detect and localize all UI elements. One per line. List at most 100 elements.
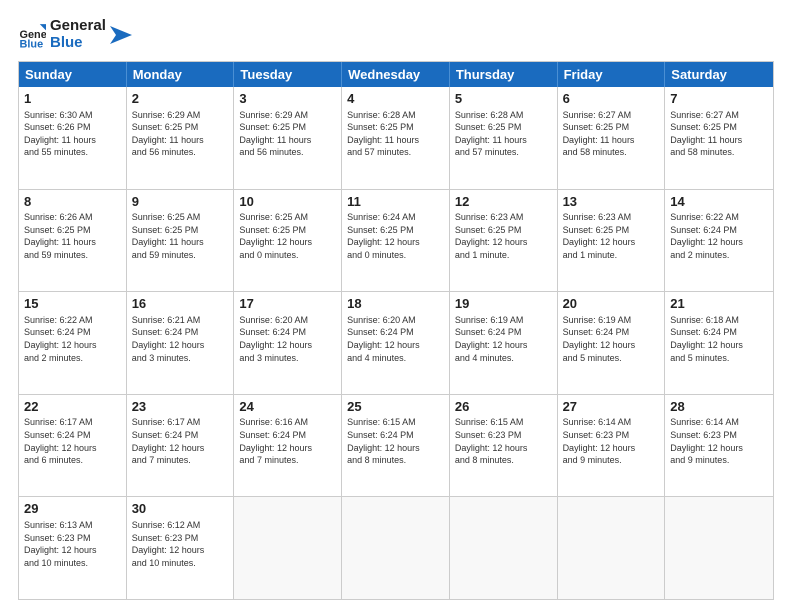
day-4: 4Sunrise: 6:28 AM Sunset: 6:25 PM Daylig… [342, 87, 450, 189]
day-number-17: 17 [239, 295, 336, 313]
day-19: 19Sunrise: 6:19 AM Sunset: 6:24 PM Dayli… [450, 292, 558, 394]
day-info-2: Sunrise: 6:29 AM Sunset: 6:25 PM Dayligh… [132, 109, 229, 159]
header-thursday: Thursday [450, 62, 558, 87]
day-info-18: Sunrise: 6:20 AM Sunset: 6:24 PM Dayligh… [347, 314, 444, 364]
header-wednesday: Wednesday [342, 62, 450, 87]
logo-general: General [50, 18, 106, 35]
day-7: 7Sunrise: 6:27 AM Sunset: 6:25 PM Daylig… [665, 87, 773, 189]
svg-text:Blue: Blue [20, 38, 44, 49]
day-number-3: 3 [239, 90, 336, 108]
day-info-20: Sunrise: 6:19 AM Sunset: 6:24 PM Dayligh… [563, 314, 660, 364]
day-number-29: 29 [24, 500, 121, 518]
day-info-9: Sunrise: 6:25 AM Sunset: 6:25 PM Dayligh… [132, 211, 229, 261]
day-info-12: Sunrise: 6:23 AM Sunset: 6:25 PM Dayligh… [455, 211, 552, 261]
day-number-23: 23 [132, 398, 229, 416]
week-row-3: 15Sunrise: 6:22 AM Sunset: 6:24 PM Dayli… [19, 291, 773, 394]
day-12: 12Sunrise: 6:23 AM Sunset: 6:25 PM Dayli… [450, 190, 558, 292]
day-1: 1Sunrise: 6:30 AM Sunset: 6:26 PM Daylig… [19, 87, 127, 189]
day-info-17: Sunrise: 6:20 AM Sunset: 6:24 PM Dayligh… [239, 314, 336, 364]
day-info-3: Sunrise: 6:29 AM Sunset: 6:25 PM Dayligh… [239, 109, 336, 159]
day-number-25: 25 [347, 398, 444, 416]
day-number-30: 30 [132, 500, 229, 518]
day-number-22: 22 [24, 398, 121, 416]
day-13: 13Sunrise: 6:23 AM Sunset: 6:25 PM Dayli… [558, 190, 666, 292]
day-info-28: Sunrise: 6:14 AM Sunset: 6:23 PM Dayligh… [670, 416, 768, 466]
day-number-4: 4 [347, 90, 444, 108]
day-17: 17Sunrise: 6:20 AM Sunset: 6:24 PM Dayli… [234, 292, 342, 394]
day-number-16: 16 [132, 295, 229, 313]
day-number-10: 10 [239, 193, 336, 211]
day-info-1: Sunrise: 6:30 AM Sunset: 6:26 PM Dayligh… [24, 109, 121, 159]
day-6: 6Sunrise: 6:27 AM Sunset: 6:25 PM Daylig… [558, 87, 666, 189]
day-number-7: 7 [670, 90, 768, 108]
day-24: 24Sunrise: 6:16 AM Sunset: 6:24 PM Dayli… [234, 395, 342, 497]
logo-icon: General Blue [18, 21, 46, 49]
header-tuesday: Tuesday [234, 62, 342, 87]
day-info-27: Sunrise: 6:14 AM Sunset: 6:23 PM Dayligh… [563, 416, 660, 466]
calendar-body: 1Sunrise: 6:30 AM Sunset: 6:26 PM Daylig… [19, 87, 773, 599]
empty-cell-4-3 [342, 497, 450, 599]
day-number-28: 28 [670, 398, 768, 416]
day-30: 30Sunrise: 6:12 AM Sunset: 6:23 PM Dayli… [127, 497, 235, 599]
day-info-7: Sunrise: 6:27 AM Sunset: 6:25 PM Dayligh… [670, 109, 768, 159]
day-info-8: Sunrise: 6:26 AM Sunset: 6:25 PM Dayligh… [24, 211, 121, 261]
day-11: 11Sunrise: 6:24 AM Sunset: 6:25 PM Dayli… [342, 190, 450, 292]
day-number-1: 1 [24, 90, 121, 108]
day-16: 16Sunrise: 6:21 AM Sunset: 6:24 PM Dayli… [127, 292, 235, 394]
day-8: 8Sunrise: 6:26 AM Sunset: 6:25 PM Daylig… [19, 190, 127, 292]
day-20: 20Sunrise: 6:19 AM Sunset: 6:24 PM Dayli… [558, 292, 666, 394]
day-number-9: 9 [132, 193, 229, 211]
day-number-12: 12 [455, 193, 552, 211]
day-info-22: Sunrise: 6:17 AM Sunset: 6:24 PM Dayligh… [24, 416, 121, 466]
day-number-21: 21 [670, 295, 768, 313]
day-number-5: 5 [455, 90, 552, 108]
day-22: 22Sunrise: 6:17 AM Sunset: 6:24 PM Dayli… [19, 395, 127, 497]
day-5: 5Sunrise: 6:28 AM Sunset: 6:25 PM Daylig… [450, 87, 558, 189]
day-number-24: 24 [239, 398, 336, 416]
header: General Blue General Blue [18, 18, 774, 51]
day-number-11: 11 [347, 193, 444, 211]
day-info-11: Sunrise: 6:24 AM Sunset: 6:25 PM Dayligh… [347, 211, 444, 261]
day-info-24: Sunrise: 6:16 AM Sunset: 6:24 PM Dayligh… [239, 416, 336, 466]
day-21: 21Sunrise: 6:18 AM Sunset: 6:24 PM Dayli… [665, 292, 773, 394]
page: General Blue General Blue Sunday Monday … [0, 0, 792, 612]
day-info-6: Sunrise: 6:27 AM Sunset: 6:25 PM Dayligh… [563, 109, 660, 159]
header-monday: Monday [127, 62, 235, 87]
day-25: 25Sunrise: 6:15 AM Sunset: 6:24 PM Dayli… [342, 395, 450, 497]
day-number-26: 26 [455, 398, 552, 416]
day-info-15: Sunrise: 6:22 AM Sunset: 6:24 PM Dayligh… [24, 314, 121, 364]
day-number-14: 14 [670, 193, 768, 211]
day-number-20: 20 [563, 295, 660, 313]
empty-cell-4-5 [558, 497, 666, 599]
day-23: 23Sunrise: 6:17 AM Sunset: 6:24 PM Dayli… [127, 395, 235, 497]
day-3: 3Sunrise: 6:29 AM Sunset: 6:25 PM Daylig… [234, 87, 342, 189]
empty-cell-4-2 [234, 497, 342, 599]
week-row-1: 1Sunrise: 6:30 AM Sunset: 6:26 PM Daylig… [19, 87, 773, 189]
day-14: 14Sunrise: 6:22 AM Sunset: 6:24 PM Dayli… [665, 190, 773, 292]
day-info-26: Sunrise: 6:15 AM Sunset: 6:23 PM Dayligh… [455, 416, 552, 466]
day-info-13: Sunrise: 6:23 AM Sunset: 6:25 PM Dayligh… [563, 211, 660, 261]
day-info-4: Sunrise: 6:28 AM Sunset: 6:25 PM Dayligh… [347, 109, 444, 159]
day-info-10: Sunrise: 6:25 AM Sunset: 6:25 PM Dayligh… [239, 211, 336, 261]
calendar: Sunday Monday Tuesday Wednesday Thursday… [18, 61, 774, 600]
day-18: 18Sunrise: 6:20 AM Sunset: 6:24 PM Dayli… [342, 292, 450, 394]
day-26: 26Sunrise: 6:15 AM Sunset: 6:23 PM Dayli… [450, 395, 558, 497]
day-info-23: Sunrise: 6:17 AM Sunset: 6:24 PM Dayligh… [132, 416, 229, 466]
day-29: 29Sunrise: 6:13 AM Sunset: 6:23 PM Dayli… [19, 497, 127, 599]
day-number-13: 13 [563, 193, 660, 211]
header-sunday: Sunday [19, 62, 127, 87]
day-number-8: 8 [24, 193, 121, 211]
day-number-19: 19 [455, 295, 552, 313]
day-info-25: Sunrise: 6:15 AM Sunset: 6:24 PM Dayligh… [347, 416, 444, 466]
day-number-6: 6 [563, 90, 660, 108]
day-9: 9Sunrise: 6:25 AM Sunset: 6:25 PM Daylig… [127, 190, 235, 292]
day-info-16: Sunrise: 6:21 AM Sunset: 6:24 PM Dayligh… [132, 314, 229, 364]
day-number-15: 15 [24, 295, 121, 313]
logo: General Blue General Blue [18, 18, 132, 51]
header-friday: Friday [558, 62, 666, 87]
day-28: 28Sunrise: 6:14 AM Sunset: 6:23 PM Dayli… [665, 395, 773, 497]
day-27: 27Sunrise: 6:14 AM Sunset: 6:23 PM Dayli… [558, 395, 666, 497]
day-info-29: Sunrise: 6:13 AM Sunset: 6:23 PM Dayligh… [24, 519, 121, 569]
day-number-27: 27 [563, 398, 660, 416]
day-info-30: Sunrise: 6:12 AM Sunset: 6:23 PM Dayligh… [132, 519, 229, 569]
